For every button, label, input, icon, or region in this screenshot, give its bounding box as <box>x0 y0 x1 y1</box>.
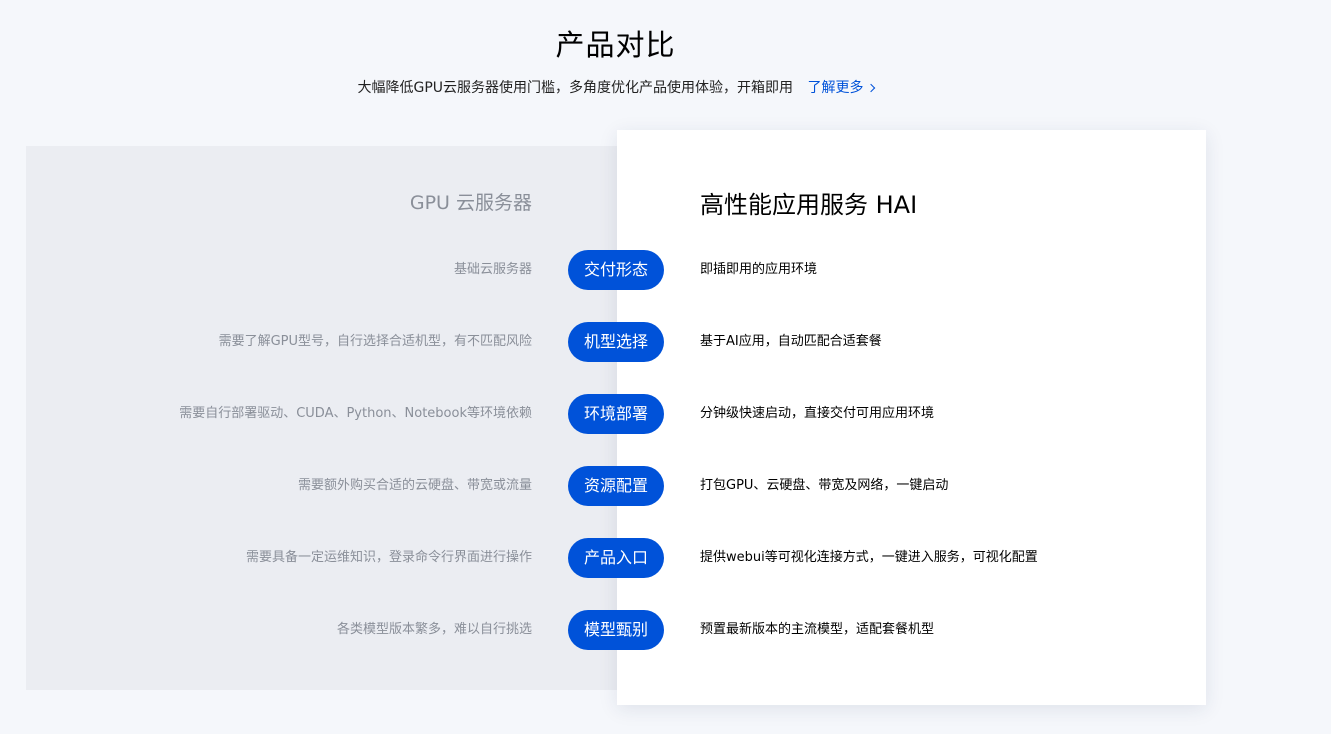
hai-feature: 即插即用的应用环境 <box>700 262 818 277</box>
dimension-pill: 资源配置 <box>568 466 664 506</box>
dimension-pill: 机型选择 <box>568 322 664 362</box>
comparison-row: 需要具备一定运维知识，登录命令行界面进行操作 产品入口 提供webui等可视化连… <box>0 538 1331 578</box>
hai-feature: 分钟级快速启动，直接交付可用应用环境 <box>700 406 935 421</box>
product-comparison-page: 产品对比 大幅降低GPU云服务器使用门槛，多角度优化产品使用体验，开箱即用 了解… <box>0 0 1331 734</box>
chevron-right-icon <box>866 83 875 93</box>
hai-feature: 提供webui等可视化连接方式，一键进入服务，可视化配置 <box>700 550 1038 565</box>
gpu-server-feature: 各类模型版本繁多，难以自行挑选 <box>336 622 532 637</box>
gpu-server-feature: 需要自行部署驱动、CUDA、Python、Notebook等环境依赖 <box>179 406 532 421</box>
hai-feature: 预置最新版本的主流模型，适配套餐机型 <box>700 622 935 637</box>
learn-more-link[interactable]: 了解更多 <box>807 80 875 96</box>
comparison-row: 需要了解GPU型号，自行选择合适机型，有不匹配风险 机型选择 基于AI应用，自动… <box>0 322 1331 362</box>
gpu-server-feature: 需要具备一定运维知识，登录命令行界面进行操作 <box>245 550 532 565</box>
dimension-pill: 交付形态 <box>568 250 664 290</box>
gpu-server-feature: 基础云服务器 <box>453 262 532 277</box>
subtitle-text: 大幅降低GPU云服务器使用门槛，多角度优化产品使用体验，开箱即用 <box>357 80 794 96</box>
comparison-row: 各类模型版本繁多，难以自行挑选 模型甄别 预置最新版本的主流模型，适配套餐机型 <box>0 610 1331 650</box>
hai-feature: 基于AI应用，自动匹配合适套餐 <box>700 334 882 349</box>
dimension-pill: 产品入口 <box>568 538 664 578</box>
dimension-pill: 环境部署 <box>568 394 664 434</box>
subtitle-row: 大幅降低GPU云服务器使用门槛，多角度优化产品使用体验，开箱即用 了解更多 <box>0 79 1231 97</box>
page-title: 产品对比 <box>555 28 676 62</box>
gpu-server-feature: 需要了解GPU型号，自行选择合适机型，有不匹配风险 <box>218 334 532 349</box>
dimension-pill: 模型甄别 <box>568 610 664 650</box>
hai-feature: 打包GPU、云硬盘、带宽及网络，一键启动 <box>700 478 949 493</box>
comparison-row: 需要自行部署驱动、CUDA、Python、Notebook等环境依赖 环境部署 … <box>0 394 1331 434</box>
comparison-row: 基础云服务器 交付形态 即插即用的应用环境 <box>0 250 1331 290</box>
gpu-server-feature: 需要额外购买合适的云硬盘、带宽或流量 <box>297 478 532 493</box>
hai-heading: 高性能应用服务 HAI <box>700 191 918 219</box>
learn-more-label: 了解更多 <box>807 80 864 96</box>
gpu-server-heading: GPU 云服务器 <box>409 192 532 214</box>
comparison-row: 需要额外购买合适的云硬盘、带宽或流量 资源配置 打包GPU、云硬盘、带宽及网络，… <box>0 466 1331 506</box>
